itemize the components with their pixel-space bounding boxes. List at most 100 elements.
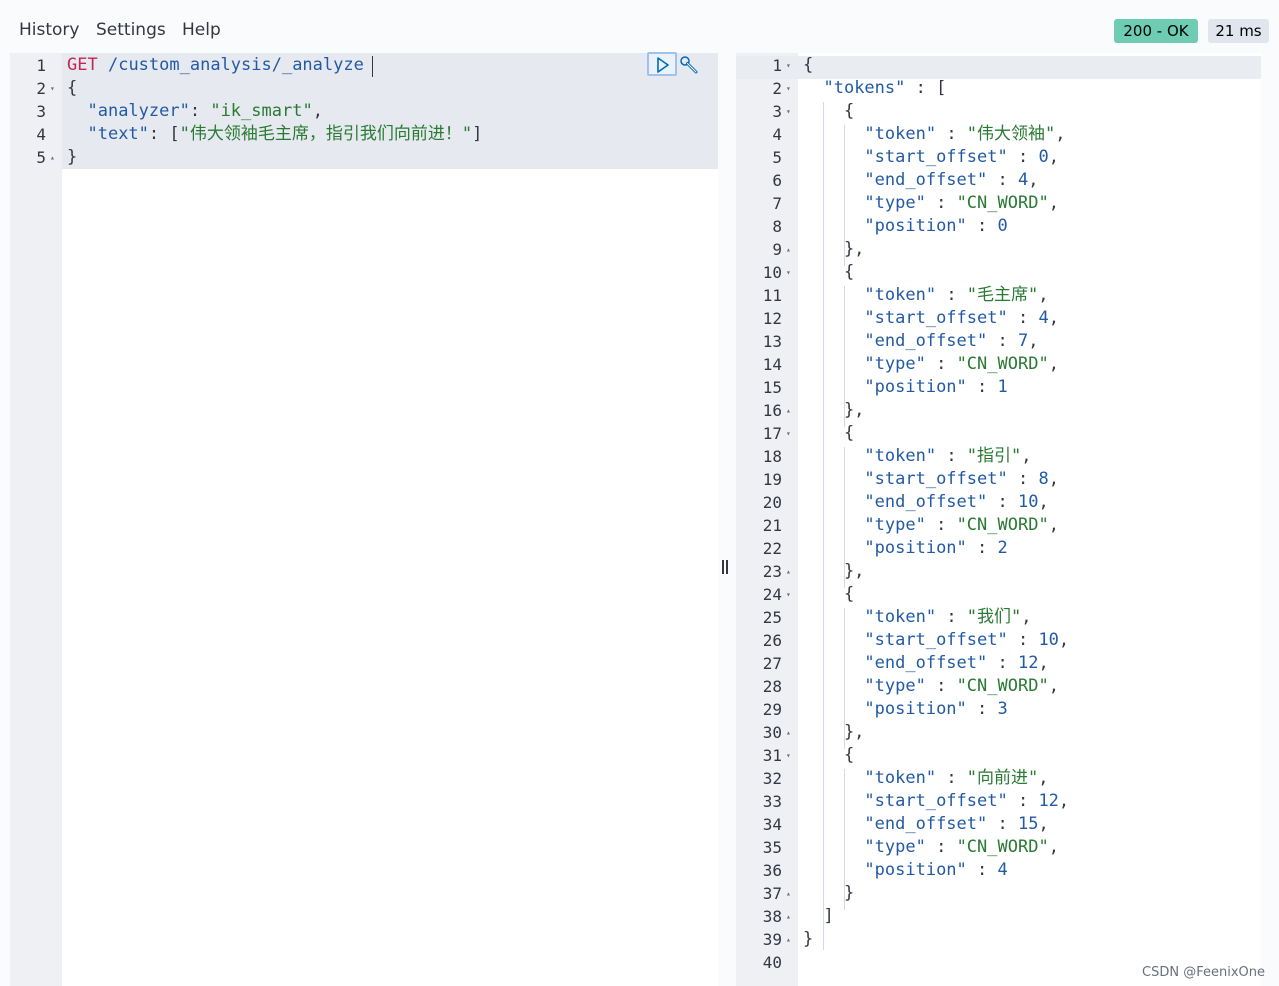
pane-resizer-icon (722, 560, 724, 574)
line-number: 20 (762, 493, 782, 512)
line-number: 28 (762, 677, 782, 696)
code-text: { (67, 78, 78, 98)
fold-open-icon[interactable]: ▾ (786, 261, 791, 284)
code-text: "text": ["伟大领袖毛主席，指引我们向前进！"] (87, 124, 483, 144)
fold-open-icon[interactable]: ▾ (786, 54, 791, 77)
fold-close-icon[interactable]: ▴ (786, 882, 791, 905)
line-number: 4 (772, 125, 782, 144)
fold-close-icon[interactable]: ▴ (786, 560, 791, 583)
code-text: "type" : "CN_WORD", (864, 837, 1059, 857)
code-text: { (803, 262, 855, 282)
code-text: } (803, 929, 814, 949)
play-icon (657, 57, 669, 73)
fold-open-icon[interactable]: ▾ (786, 583, 791, 606)
code-text: { (803, 423, 855, 443)
menu-history[interactable]: History (19, 20, 79, 40)
code-text: "start_offset" : 10, (864, 630, 1070, 650)
code-text: "end_offset" : 7, (864, 331, 1039, 351)
response-viewer[interactable]: 1 ▾{2 ▾ "tokens" : [3 ▾ {4 "token" : "伟大领袖"… (736, 53, 1261, 986)
code-text: "position" : 0 (864, 216, 1008, 236)
code-text: "position" : 2 (864, 538, 1008, 558)
line-number: 5 (36, 148, 46, 167)
fold-open-icon[interactable]: ▾ (786, 422, 791, 445)
text-cursor (372, 56, 373, 77)
watermark: CSDN @FeenixOne (1142, 965, 1265, 980)
line-number: 23 (762, 562, 782, 581)
code-text: "token" : "伟大领袖", (864, 124, 1066, 144)
fold-close-icon[interactable]: ▴ (786, 399, 791, 422)
code-text: "token" : "指引", (864, 446, 1032, 466)
pane-resizer[interactable] (720, 560, 732, 578)
line-number: 5 (772, 148, 782, 167)
line-number: 12 (762, 309, 782, 328)
code-text: "start_offset" : 0, (864, 147, 1059, 167)
line-number: 2 (36, 79, 46, 98)
fold-close-icon[interactable]: ▴ (786, 721, 791, 744)
line-number: 3 (772, 102, 782, 121)
line-number: 1 (772, 56, 782, 75)
wrench-icon (680, 56, 698, 74)
code-text: { (803, 101, 855, 121)
run-request-button[interactable] (647, 52, 677, 76)
fold-close-icon[interactable]: ▴ (786, 928, 791, 951)
line-number: 27 (762, 654, 782, 673)
fold-close-icon[interactable]: ▴ (786, 238, 791, 261)
code-text: "start_offset" : 8, (864, 469, 1059, 489)
code-text: { (803, 584, 855, 604)
line-number: 35 (762, 838, 782, 857)
code-text: }, (803, 722, 865, 742)
code-text: "type" : "CN_WORD", (864, 193, 1059, 213)
line-number: 39 (762, 930, 782, 949)
code-text: "position" : 3 (864, 699, 1008, 719)
line-number: 8 (772, 217, 782, 236)
line-number: 21 (762, 516, 782, 535)
status-badge: 200 - OK (1114, 19, 1198, 43)
code-text: "token" : "毛主席", (864, 285, 1049, 305)
line-number: 40 (762, 953, 782, 972)
line-number: 9 (772, 240, 782, 259)
line-number: 13 (762, 332, 782, 351)
menu-settings[interactable]: Settings (96, 20, 166, 40)
line-number: 16 (762, 401, 782, 420)
code-text: { (803, 745, 855, 765)
line-number: 10 (762, 263, 782, 282)
fold-open-icon[interactable]: ▾ (50, 77, 55, 100)
line-number: 15 (762, 378, 782, 397)
line-number: 6 (772, 171, 782, 190)
line-number: 4 (36, 125, 46, 144)
code-text: ] (803, 906, 834, 926)
menu-help[interactable]: Help (182, 20, 221, 40)
response-time-badge: 21 ms (1208, 19, 1269, 43)
line-number: 37 (762, 884, 782, 903)
line-number: 7 (772, 194, 782, 213)
code-text: "type" : "CN_WORD", (864, 354, 1059, 374)
fold-open-icon[interactable]: ▾ (786, 100, 791, 123)
code-text: "type" : "CN_WORD", (864, 515, 1059, 535)
code-text: "start_offset" : 12, (864, 791, 1070, 811)
wrench-button[interactable] (678, 55, 700, 77)
request-gutter (10, 53, 62, 986)
code-text: "end_offset" : 15, (864, 814, 1049, 834)
line-number: 36 (762, 861, 782, 880)
line-number: 29 (762, 700, 782, 719)
code-text: "tokens" : [ (823, 78, 947, 98)
code-text: "start_offset" : 4, (864, 308, 1059, 328)
fold-open-icon[interactable]: ▾ (786, 77, 791, 100)
fold-close-icon[interactable]: ▴ (50, 146, 55, 169)
fold-open-icon[interactable]: ▾ (786, 744, 791, 767)
line-number: 31 (762, 746, 782, 765)
code-text: "token" : "向前进", (864, 768, 1049, 788)
top-bar: History Settings Help 200 - OK 21 ms (0, 0, 1279, 53)
code-text: } (67, 147, 78, 167)
line-number: 26 (762, 631, 782, 650)
fold-close-icon[interactable]: ▴ (786, 905, 791, 928)
request-editor[interactable]: 1 GET /custom_analysis/_analyze 2 ▾ {3 "anal… (10, 53, 718, 986)
line-number: 11 (762, 286, 782, 305)
line-number: 19 (762, 470, 782, 489)
code-text: "end_offset" : 4, (864, 170, 1039, 190)
line-number: 22 (762, 539, 782, 558)
code-text: GET /custom_analysis/_analyze (67, 55, 364, 75)
line-number: 25 (762, 608, 782, 627)
response-active-line (736, 56, 1261, 79)
code-text: "token" : "我们", (864, 607, 1032, 627)
